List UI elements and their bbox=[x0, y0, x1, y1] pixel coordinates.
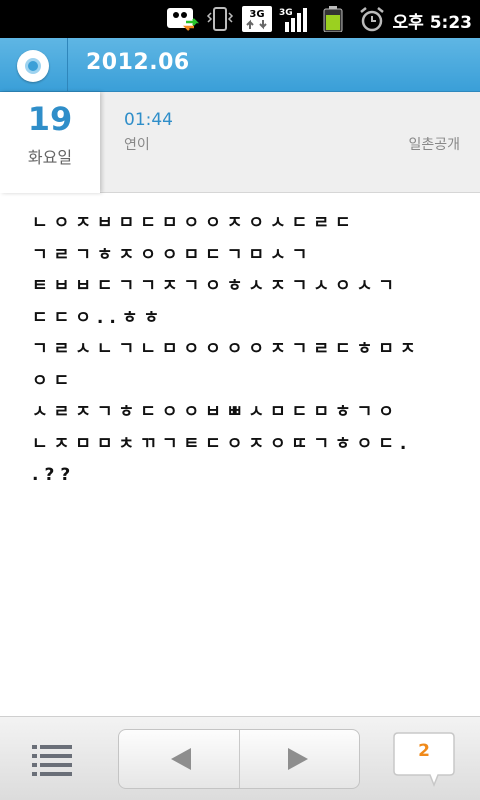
svg-text:3G: 3G bbox=[249, 9, 264, 20]
entry-line: ㄱㄹㅅㄴㄱㄴㅁㅇㅇㅇㅇㅈㄱㄹㄷㅎㅁㅈ bbox=[32, 339, 422, 359]
entry-line: .?? bbox=[32, 465, 77, 485]
entry-time: 01:44 bbox=[124, 110, 173, 130]
entry-weekday: 화요일 bbox=[27, 148, 73, 167]
vibrate-icon bbox=[206, 7, 234, 31]
previous-entry-button[interactable] bbox=[119, 730, 239, 788]
media-sync-icon bbox=[167, 8, 200, 31]
arrow-left-icon bbox=[171, 748, 191, 770]
3g-data-icon: 3G bbox=[242, 6, 272, 32]
next-entry-button[interactable] bbox=[240, 730, 360, 788]
app-home-button[interactable] bbox=[0, 38, 68, 92]
entry-line: ㅅㄹㅈㄱㅎㄷㅇㅇㅂㅃㅅㅁㄷㅁㅎㄱㅇ bbox=[32, 402, 400, 422]
entry-header: 19 화요일 01:44 연이 일촌공개 bbox=[0, 92, 480, 193]
app-icon-center bbox=[25, 58, 41, 74]
pager bbox=[118, 729, 360, 789]
comments-button[interactable]: 2 bbox=[392, 731, 456, 788]
3g-signal-icon: 3G bbox=[279, 8, 307, 32]
entry-line: ㄱㄹㄱㅎㅈㅇㅇㅁㄷㄱㅁㅅㄱ bbox=[32, 244, 314, 265]
entry-privacy: 일촌공개 bbox=[408, 137, 460, 153]
battery-icon bbox=[323, 6, 343, 32]
status-bar: 3G 3G 오후 5:23 bbox=[0, 0, 480, 38]
entry-line: ㅌㅂㅂㄷㄱㄱㅈㄱㅇㅎㅅㅈㄱㅅㅇㅅㄱ bbox=[32, 276, 400, 296]
entry-day: 19 bbox=[27, 100, 73, 138]
entry-line: ㄴㅈㅁㅁㅊㄲㄱㅌㄷㅇㅈㅇㄸㄱㅎㅇㄷ. bbox=[32, 433, 413, 454]
entry-line: ㄴㅇㅈㅂㅁㄷㅁㅇㅇㅈㅇㅅㄷㄹㄷ bbox=[32, 213, 357, 233]
svg-text:3G: 3G bbox=[279, 8, 293, 18]
entry-line: ㅇㄷ bbox=[32, 370, 76, 391]
arrow-right-icon bbox=[288, 748, 308, 770]
comment-count: 2 bbox=[418, 741, 430, 761]
page-title: 2012.06 bbox=[86, 50, 190, 75]
status-clock: 오후 5:23 bbox=[392, 13, 472, 33]
date-block: 19 화요일 bbox=[0, 92, 100, 193]
entry-line: ㄷㄷㅇ..ㅎㅎ bbox=[32, 307, 166, 328]
list-menu-icon[interactable] bbox=[24, 741, 78, 777]
diary-app-icon bbox=[17, 50, 49, 82]
entry-body: ㄴㅇㅈㅂㅁㄷㅁㅇㅇㅈㅇㅅㄷㄹㄷ ㄱㄹㄱㅎㅈㅇㅇㅁㄷㄱㅁㅅㄱ ㅌㅂㅂㄷㄱㄱㅈㄱㅇㅎ… bbox=[32, 208, 462, 492]
entry-author[interactable]: 연이 bbox=[124, 134, 150, 154]
title-bar: 2012.06 bbox=[0, 38, 480, 92]
bottom-bar: 2 bbox=[0, 716, 480, 800]
alarm-icon bbox=[360, 7, 384, 32]
